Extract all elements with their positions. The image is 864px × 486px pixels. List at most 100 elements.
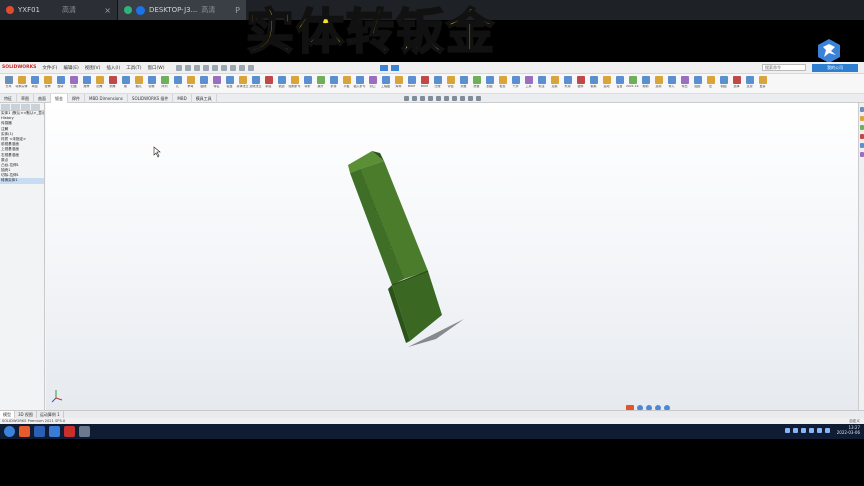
ribbon-button[interactable]: 拉伸 — [41, 74, 54, 94]
app-icon-red[interactable] — [64, 426, 75, 437]
ribbon-button[interactable]: 边线法兰 — [249, 74, 262, 94]
tray-icon-2[interactable] — [792, 427, 798, 433]
ribbon-button[interactable]: 检查 — [496, 74, 509, 94]
appearance-icon[interactable] — [460, 96, 465, 101]
rebuild-icon[interactable] — [239, 64, 246, 71]
ribbon-button[interactable]: 工程图 — [379, 74, 392, 94]
remote-tab-1[interactable]: YXF01 高清 × — [0, 0, 118, 20]
pin-icon[interactable]: P — [235, 6, 240, 15]
ribbon-button[interactable]: 导入 — [665, 74, 678, 94]
design-library-icon[interactable] — [859, 116, 864, 121]
ribbon-button[interactable]: 2021-12-7 — [626, 74, 639, 94]
command-tab[interactable]: 特征 — [0, 93, 17, 103]
search-commands-input[interactable]: 搜索命令 — [762, 64, 806, 71]
view-settings-icon[interactable] — [476, 96, 481, 101]
ribbon-button[interactable]: 干涉 — [509, 74, 522, 94]
taskbar-clock[interactable]: 13:27 2022-03-06 — [837, 425, 860, 435]
command-tab[interactable]: MBD — [173, 93, 192, 103]
redo-icon[interactable] — [221, 64, 228, 71]
ribbon-button[interactable]: 旋转 — [54, 74, 67, 94]
ribbon-button[interactable]: 视图 — [717, 74, 730, 94]
ribbon-button[interactable]: 设置 — [613, 74, 626, 94]
ribbon-button[interactable]: 阵列 — [158, 74, 171, 94]
volume-icon[interactable] — [824, 427, 830, 433]
ribbon-button[interactable]: BOM — [405, 74, 418, 94]
ribbon-button[interactable]: 运动 — [600, 74, 613, 94]
property-tab-icon[interactable] — [11, 104, 20, 110]
ribbon-button[interactable]: 参考 — [184, 74, 197, 94]
ribbon-button[interactable]: 导出 — [678, 74, 691, 94]
command-tab[interactable]: 模具工具 — [192, 93, 217, 103]
open-icon[interactable] — [185, 64, 192, 71]
ribbon-button[interactable]: 过滤 — [743, 74, 756, 94]
ribbon-button[interactable]: 倒角 — [106, 74, 119, 94]
ribbon-button[interactable]: 圆角 — [93, 74, 106, 94]
menu-file[interactable]: 文件(F) — [42, 65, 57, 71]
config-tab-icon[interactable] — [21, 104, 30, 110]
previous-view-icon[interactable] — [420, 96, 425, 101]
ribbon-button[interactable]: 平板 — [340, 74, 353, 94]
ribbon-button[interactable]: 选项 — [652, 74, 665, 94]
file-explorer-icon[interactable] — [859, 125, 864, 130]
ribbon-button[interactable]: 转折 — [301, 74, 314, 94]
menu-insert[interactable]: 插入(I) — [106, 65, 120, 71]
command-tab[interactable]: 钣金 — [51, 93, 68, 103]
ribbon-button[interactable]: 质量 — [470, 74, 483, 94]
custom-properties-icon[interactable] — [859, 152, 864, 157]
close-icon[interactable]: × — [104, 6, 111, 15]
ribbon-button[interactable]: 更多 — [756, 74, 769, 94]
ribbon-button[interactable]: 孔 — [171, 74, 184, 94]
ribbon-button[interactable]: 绘制折弯 — [288, 74, 301, 94]
ribbon-button[interactable]: 斜接 — [262, 74, 275, 94]
ribbon-button[interactable]: 分离 — [2, 74, 15, 94]
ribbon-button[interactable]: 放样 — [80, 74, 93, 94]
solidworks-taskbar-icon[interactable] — [19, 426, 30, 437]
command-tab[interactable]: 焊件 — [68, 93, 85, 103]
ribbon-button[interactable]: 展开 — [314, 74, 327, 94]
resources-icon[interactable] — [859, 107, 864, 112]
app-icon-gray[interactable] — [79, 426, 90, 437]
part-face-lower[interactable] — [392, 271, 442, 341]
zoom-area-icon[interactable] — [412, 96, 417, 101]
ribbon-button[interactable]: 比较 — [431, 74, 444, 94]
undo-icon[interactable] — [212, 64, 219, 71]
ribbon-button[interactable]: 帮助 — [639, 74, 652, 94]
select-icon[interactable] — [230, 64, 237, 71]
sheet-metal-part[interactable] — [46, 103, 858, 410]
command-tab[interactable]: 曲面 — [34, 93, 51, 103]
appearances-icon[interactable] — [859, 143, 864, 148]
monitor-icon[interactable] — [391, 64, 400, 71]
ribbon-button[interactable]: 模拟 — [587, 74, 600, 94]
view-palette-icon[interactable] — [859, 134, 864, 139]
menu-edit[interactable]: 编辑(E) — [63, 65, 78, 71]
ribbon-button[interactable]: 宏 — [704, 74, 717, 94]
ribbon-button[interactable]: 标注 — [535, 74, 548, 94]
ribbon-button[interactable]: BOM — [418, 74, 431, 94]
ribbon-button[interactable]: 转换实体 — [15, 74, 28, 94]
screen-icon[interactable] — [380, 64, 389, 71]
ribbon-button[interactable]: 选择 — [730, 74, 743, 94]
ribbon-button[interactable]: 曲线 — [197, 74, 210, 94]
ribbon-button[interactable]: 筋 — [119, 74, 132, 94]
display-style-icon[interactable] — [444, 96, 449, 101]
company-button[interactable]: 我的公司 — [812, 63, 858, 72]
hide-show-icon[interactable] — [452, 96, 457, 101]
graphics-area[interactable] — [46, 103, 858, 410]
tray-icon-1[interactable] — [784, 427, 790, 433]
tray-icon-4[interactable] — [808, 427, 814, 433]
ribbon-button[interactable]: 工具 — [522, 74, 535, 94]
remote-tab-2[interactable]: DESKTOP-J3... 高清 P — [118, 0, 246, 20]
ribbon-button[interactable]: 剖面 — [483, 74, 496, 94]
options-icon[interactable] — [248, 64, 255, 71]
command-tab[interactable]: MBD Dimensions — [85, 93, 128, 103]
network-icon[interactable] — [816, 427, 822, 433]
feature-tree-tab-icon[interactable] — [1, 104, 10, 110]
menu-window[interactable]: 窗口(W) — [148, 65, 165, 71]
ribbon-button[interactable]: 插入折弯 — [353, 74, 366, 94]
ribbon-button[interactable]: 焊件 — [392, 74, 405, 94]
command-tab[interactable]: 草图 — [17, 93, 34, 103]
word-icon[interactable] — [34, 426, 45, 437]
command-tab[interactable]: SOLIDWORKS 插件 — [128, 93, 174, 103]
print-icon[interactable] — [203, 64, 210, 71]
explorer-icon[interactable] — [49, 426, 60, 437]
